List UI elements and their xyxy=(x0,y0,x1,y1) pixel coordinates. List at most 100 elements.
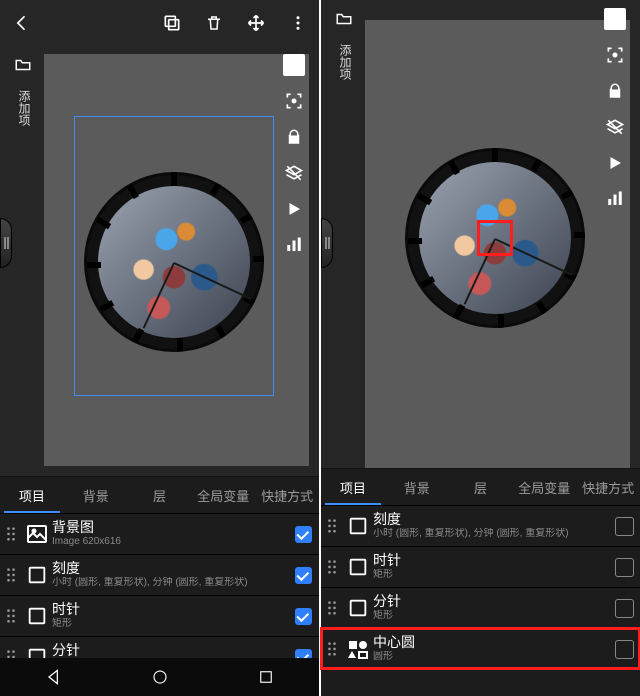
drag-handle-icon[interactable] xyxy=(0,526,22,542)
layer-text: 中心圆圆形 xyxy=(373,635,608,662)
preview-area: 添加项 xyxy=(321,0,640,468)
layer-checkbox[interactable] xyxy=(608,558,640,577)
screenshot-left: 添加项 项目背景层全局变量快 xyxy=(0,0,319,696)
layer-subtitle: 矩形 xyxy=(373,610,608,622)
layers-off-icon[interactable] xyxy=(283,162,305,184)
layer-subtitle: 矩形 xyxy=(52,618,287,630)
drag-handle-icon[interactable] xyxy=(0,567,22,583)
tab-0[interactable]: 项目 xyxy=(0,477,64,513)
layer-type-icon xyxy=(343,593,373,623)
play-icon[interactable] xyxy=(283,198,305,220)
layer-row[interactable]: 时针矩形 xyxy=(0,595,319,636)
focus-icon[interactable] xyxy=(604,44,626,66)
layer-name: 刻度 xyxy=(52,561,287,576)
left-tool-rail: 添加项 xyxy=(6,54,40,126)
layer-row[interactable]: 中心圆圆形 xyxy=(321,628,640,669)
nav-home-button[interactable] xyxy=(151,668,169,686)
layer-text: 时针矩形 xyxy=(52,602,287,629)
android-nav-bar xyxy=(0,658,319,696)
copy-button[interactable] xyxy=(151,0,193,46)
layer-type-icon xyxy=(343,634,373,664)
layer-type-icon xyxy=(343,552,373,582)
right-tool-rail xyxy=(598,8,632,210)
tab-bar: 项目背景层全局变量快捷方式 xyxy=(0,476,319,513)
layer-row[interactable]: 时针矩形 xyxy=(321,546,640,587)
drag-handle-icon[interactable] xyxy=(321,518,343,534)
layer-text: 分针矩形 xyxy=(373,594,608,621)
drag-handle-icon[interactable] xyxy=(321,559,343,575)
left-rail-label[interactable]: 添加项 xyxy=(13,90,33,126)
layer-row[interactable]: 刻度小时 (圆形, 重复形状), 分钟 (圆形, 重复形状) xyxy=(0,554,319,595)
folder-icon[interactable] xyxy=(12,54,34,76)
tab-2[interactable]: 层 xyxy=(128,477,192,513)
layer-row[interactable]: 背景图Image 620x616 xyxy=(0,513,319,554)
tab-bar: 项目背景层全局变量快捷方式 xyxy=(321,468,640,505)
clock-face[interactable] xyxy=(84,172,264,352)
layer-type-icon xyxy=(22,519,52,549)
left-tool-rail: 添加项 xyxy=(327,8,361,80)
drawer-handle[interactable] xyxy=(321,218,333,268)
tab-1[interactable]: 背景 xyxy=(64,477,128,513)
layer-text: 背景图Image 620x616 xyxy=(52,520,287,547)
layer-checkbox[interactable] xyxy=(608,640,640,659)
layer-type-icon xyxy=(22,601,52,631)
layer-checkbox[interactable] xyxy=(287,567,319,584)
layer-checkbox[interactable] xyxy=(608,517,640,536)
center-highlight xyxy=(477,220,513,256)
layer-checkbox[interactable] xyxy=(608,599,640,618)
drag-handle-icon[interactable] xyxy=(321,600,343,616)
layer-name: 分针 xyxy=(52,643,287,658)
preview-canvas[interactable] xyxy=(44,54,309,466)
equalizer-icon[interactable] xyxy=(283,234,305,256)
top-toolbar xyxy=(0,0,319,46)
layer-checkbox[interactable] xyxy=(287,526,319,543)
left-rail-label[interactable]: 添加项 xyxy=(334,44,354,80)
tab-4[interactable]: 快捷方式 xyxy=(255,477,319,513)
layer-name: 分针 xyxy=(373,594,608,609)
layer-row[interactable]: 分针矩形 xyxy=(321,587,640,628)
lock-icon[interactable] xyxy=(283,126,305,148)
layer-type-icon xyxy=(22,560,52,590)
layer-name: 时针 xyxy=(373,553,608,568)
preview-area: 添加项 xyxy=(0,46,319,476)
equalizer-icon[interactable] xyxy=(604,188,626,210)
drawer-handle[interactable] xyxy=(0,218,12,268)
layer-row[interactable]: 刻度小时 (圆形, 重复形状), 分钟 (圆形, 重复形状) xyxy=(321,505,640,546)
preview-canvas[interactable] xyxy=(365,20,630,468)
layer-text: 刻度小时 (圆形, 重复形状), 分钟 (圆形, 重复形状) xyxy=(52,561,287,588)
nav-back-button[interactable] xyxy=(44,667,64,687)
layer-name: 时针 xyxy=(52,602,287,617)
layers-off-icon[interactable] xyxy=(604,116,626,138)
swatch-icon[interactable] xyxy=(604,8,626,30)
layer-subtitle: 矩形 xyxy=(373,569,608,581)
screenshot-right: 添加项 项目背景层全局变量快 xyxy=(321,0,640,696)
layer-subtitle: 小时 (圆形, 重复形状), 分钟 (圆形, 重复形状) xyxy=(52,577,287,589)
layer-name: 中心圆 xyxy=(373,635,608,650)
layer-name: 刻度 xyxy=(373,512,608,527)
layer-subtitle: Image 620x616 xyxy=(52,536,287,548)
tab-1[interactable]: 背景 xyxy=(385,469,449,505)
drag-handle-icon[interactable] xyxy=(321,641,343,657)
layer-list: 刻度小时 (圆形, 重复形状), 分钟 (圆形, 重复形状)时针矩形分针矩形中心… xyxy=(321,505,640,669)
tab-3[interactable]: 全局变量 xyxy=(191,477,255,513)
focus-icon[interactable] xyxy=(283,90,305,112)
layer-subtitle: 圆形 xyxy=(373,651,608,663)
back-button[interactable] xyxy=(0,0,44,46)
nav-recent-button[interactable] xyxy=(257,668,275,686)
tab-4[interactable]: 快捷方式 xyxy=(576,469,640,505)
layer-name: 背景图 xyxy=(52,520,287,535)
tab-2[interactable]: 层 xyxy=(449,469,513,505)
move-button[interactable] xyxy=(235,0,277,46)
layer-list: 背景图Image 620x616 刻度小时 (圆形, 重复形状), 分钟 (圆形,… xyxy=(0,513,319,677)
tab-0[interactable]: 项目 xyxy=(321,469,385,505)
folder-icon[interactable] xyxy=(333,8,355,30)
drag-handle-icon[interactable] xyxy=(0,608,22,624)
lock-icon[interactable] xyxy=(604,80,626,102)
play-icon[interactable] xyxy=(604,152,626,174)
overflow-menu-button[interactable] xyxy=(277,0,319,46)
layer-checkbox[interactable] xyxy=(287,608,319,625)
swatch-icon[interactable] xyxy=(283,54,305,76)
delete-button[interactable] xyxy=(193,0,235,46)
tab-3[interactable]: 全局变量 xyxy=(512,469,576,505)
layer-text: 时针矩形 xyxy=(373,553,608,580)
